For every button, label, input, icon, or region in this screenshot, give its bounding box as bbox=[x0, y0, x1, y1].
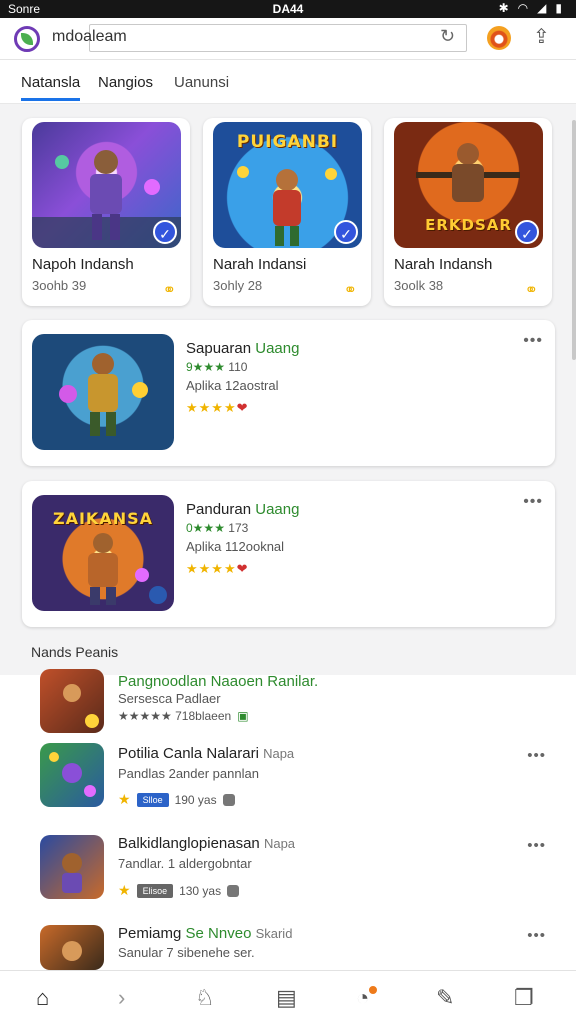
featured-sub: 3oohb 39 bbox=[32, 278, 87, 293]
app-sub: Sanular 7 sibenehe ser. bbox=[118, 945, 255, 960]
link-icon: ⚭ bbox=[343, 282, 357, 299]
hero-figure bbox=[59, 353, 148, 436]
list-item[interactable]: Balkidlanglopienasan Napa 7andlar. 1 ald… bbox=[0, 831, 576, 911]
app-meta: ★ Slloe 190 yas bbox=[118, 791, 235, 808]
tab-natansla[interactable]: Natansla bbox=[21, 74, 81, 101]
app-card[interactable]: ZAIKANSA Panduran Uaang 0★★★ 173 Aplika … bbox=[22, 481, 555, 627]
featured-title: Narah Indansh bbox=[394, 256, 493, 273]
address-bar[interactable] bbox=[89, 24, 467, 52]
app-sub: Sersesca Padlaer bbox=[118, 691, 221, 706]
star-rating: ★★★★❤ bbox=[186, 561, 249, 576]
home-icon[interactable]: ⌂ bbox=[36, 985, 49, 1011]
gem-icon: ❤ bbox=[236, 561, 249, 576]
star-icon: ★ bbox=[118, 791, 131, 807]
featured-sub: 3oolk 38 bbox=[394, 278, 444, 293]
verified-icon: ✓ bbox=[153, 220, 177, 244]
app-icon bbox=[40, 669, 104, 733]
app-sub: Pandlas 2ander pannlan bbox=[118, 766, 259, 781]
battery-icon: ▮ bbox=[555, 1, 562, 15]
url-text[interactable]: mdoaleam bbox=[52, 28, 127, 46]
app-rating: 0★★★ 173 bbox=[186, 521, 249, 535]
info-icon bbox=[222, 793, 235, 806]
app-meta: ★★★★★ 718blaeen ▣ bbox=[118, 709, 249, 723]
app-category: Aplika 112ooknal bbox=[186, 539, 285, 554]
section-title: Nands Peanis bbox=[31, 644, 119, 660]
app-card[interactable]: Sapuaran Uaang 9★★★ 110 Aplika 12aostral… bbox=[22, 320, 555, 466]
share-icon[interactable]: ⇪ bbox=[533, 24, 550, 49]
gem-icon: ❤ bbox=[236, 400, 249, 415]
list-item[interactable]: Potilia Canla Nalarari Napa Pandlas 2and… bbox=[0, 741, 576, 821]
game-artwork: ✓ bbox=[32, 122, 181, 248]
more-options-icon[interactable]: ••• bbox=[523, 493, 543, 511]
extension-icon[interactable] bbox=[487, 26, 511, 50]
status-time: DA44 bbox=[272, 2, 304, 16]
signal-icon: ◢ bbox=[537, 1, 547, 15]
app-badge: Slloe bbox=[136, 792, 169, 807]
wifi-icon: ◠ bbox=[517, 1, 529, 15]
more-options-icon[interactable]: ••• bbox=[527, 837, 546, 854]
star-icon: ★ bbox=[118, 882, 131, 898]
hero-figure bbox=[88, 533, 167, 605]
app-name-tag: Uaang bbox=[255, 501, 300, 518]
more-options-icon[interactable]: ••• bbox=[523, 332, 543, 350]
notification-dot bbox=[368, 985, 378, 995]
forward-icon[interactable]: › bbox=[118, 985, 125, 1011]
verified-icon: ✓ bbox=[334, 220, 358, 244]
featured-card[interactable]: PUIGANBI ✓ Narah Indansi 3ohly 28 ⚭ bbox=[203, 118, 371, 306]
featured-title: Napoh Indansh bbox=[32, 256, 134, 273]
app-meta: ★ Elisoe 130 yas bbox=[118, 882, 240, 899]
tab-uanunsi[interactable]: Uanunsi bbox=[174, 74, 229, 91]
edit-icon[interactable]: ✎ bbox=[436, 985, 454, 1011]
category-tabs: Natansla Nangios Uanunsi bbox=[0, 60, 576, 104]
app-name: Potilia Canla Nalarari Napa bbox=[118, 745, 295, 762]
app-icon bbox=[40, 835, 104, 899]
news-icon[interactable]: ▤ bbox=[276, 985, 297, 1011]
more-options-icon[interactable]: ••• bbox=[527, 747, 546, 764]
scrollbar[interactable] bbox=[572, 120, 576, 360]
game-artwork: ZAIKANSA bbox=[32, 495, 174, 611]
app-rating: 9★★★ 110 bbox=[186, 360, 248, 374]
app-icon bbox=[40, 925, 104, 970]
verified-icon: ✓ bbox=[515, 220, 539, 244]
reload-icon[interactable]: ↻ bbox=[440, 26, 455, 47]
app-logo-icon[interactable] bbox=[14, 26, 40, 52]
browser-toolbar: mdoaleam ↻ ⇪ bbox=[0, 18, 576, 60]
link-icon: ⚭ bbox=[162, 282, 176, 299]
app-name: Panduran Uaang bbox=[186, 501, 300, 518]
status-bar: Sonre DA44 ✱ ◠ ◢ ▮ bbox=[0, 0, 576, 18]
app-list: Pangnoodlan Naaoen Ranilar. Sersesca Pad… bbox=[0, 669, 576, 970]
featured-title: Narah Indansi bbox=[213, 256, 307, 273]
featured-sub: 3ohly 28 bbox=[213, 278, 263, 293]
featured-card[interactable]: ✓ Napoh Indansh 3oohb 39 ⚭ bbox=[22, 118, 190, 306]
app-sub: 7andlar. 1 aldergobntar bbox=[118, 856, 252, 871]
game-artwork: ERKDSAR ✓ bbox=[394, 122, 543, 248]
app-name: Sapuaran Uaang bbox=[186, 340, 300, 357]
app-name: Pangnoodlan Naaoen Ranilar. bbox=[118, 673, 319, 690]
verified-icon: ▣ bbox=[237, 709, 249, 723]
bell-icon[interactable]: ♘ bbox=[195, 985, 215, 1011]
app-category: Aplika 12aostral bbox=[186, 378, 279, 393]
app-name: Pemiamg Se Nnveo Skarid bbox=[118, 925, 293, 942]
bluetooth-icon: ✱ bbox=[498, 1, 509, 15]
app-name: Balkidlanglopienasan Napa bbox=[118, 835, 296, 852]
info-icon bbox=[227, 884, 240, 897]
link-icon: ⚭ bbox=[524, 282, 538, 299]
more-options-icon[interactable]: ••• bbox=[527, 927, 546, 944]
app-badge: Elisoe bbox=[136, 883, 174, 898]
featured-card[interactable]: ERKDSAR ✓ Narah Indansh 3oolk 38 ⚭ bbox=[384, 118, 552, 306]
star-rating: ★★★★❤ bbox=[186, 400, 249, 415]
game-artwork: PUIGANBI ✓ bbox=[213, 122, 362, 248]
tab-nangios[interactable]: Nangios bbox=[98, 74, 153, 91]
app-icon bbox=[40, 743, 104, 807]
game-artwork bbox=[32, 334, 174, 450]
tabs-icon[interactable]: ❐ bbox=[514, 985, 534, 1011]
app-name-tag: Uaang bbox=[255, 340, 300, 357]
bottom-navigation: ⌂ › ♘ ▤ ◔ ✎ ❐ bbox=[0, 970, 576, 1024]
